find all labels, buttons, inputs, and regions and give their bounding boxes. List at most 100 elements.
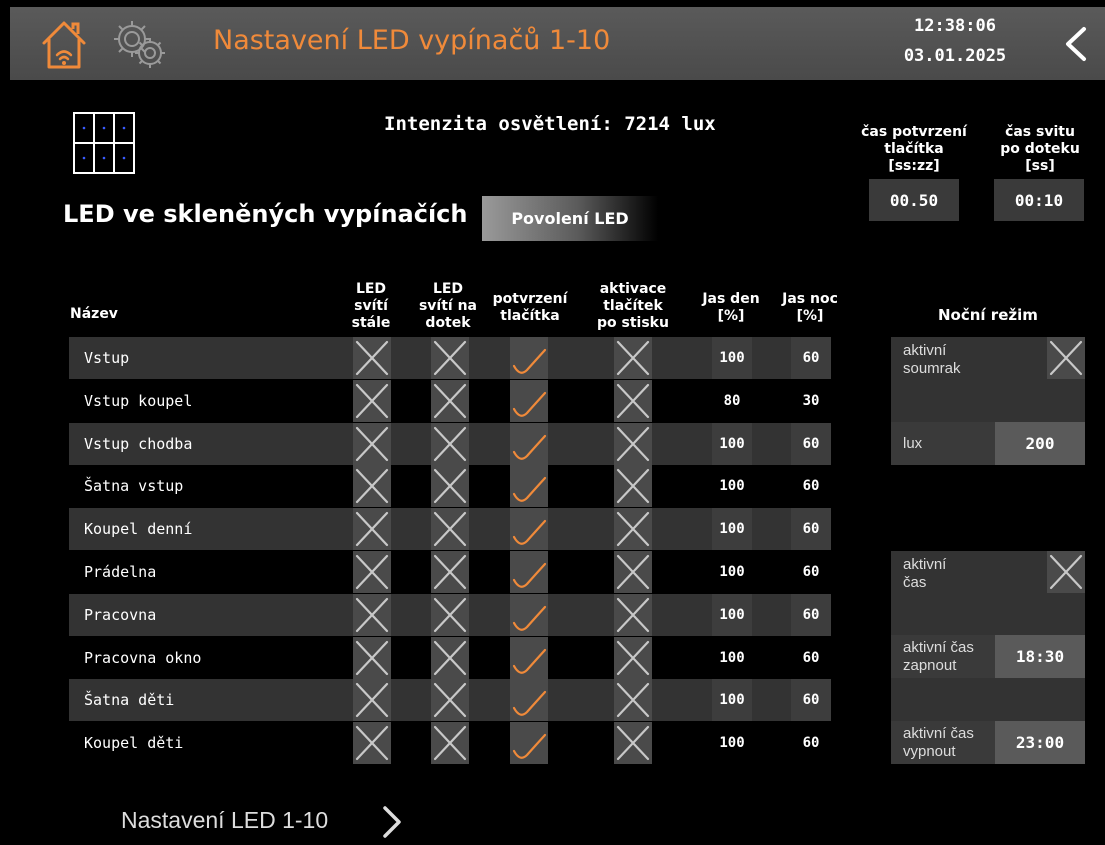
confirm-toggle[interactable] [510,379,548,422]
led-on-touch-toggle[interactable] [431,593,469,636]
activation-toggle[interactable] [614,551,652,593]
day-brightness-input[interactable]: 100 [712,722,752,764]
night-lux-input[interactable]: 200 [995,422,1085,465]
activation-toggle[interactable] [614,337,652,379]
led-on-touch-toggle[interactable] [431,722,469,765]
confirm-toggle[interactable] [510,679,548,722]
led-on-touch-toggle[interactable] [431,465,469,508]
column-header-night-brightness: Jas noc [%] [777,291,843,325]
row-name: Koupel denní [84,520,193,539]
cross-icon [355,640,389,675]
activation-toggle[interactable] [614,422,652,465]
day-brightness-input[interactable]: 100 [712,465,752,507]
confirm-toggle[interactable] [510,722,548,765]
confirm-toggle[interactable] [510,422,548,465]
day-brightness-input[interactable]: 100 [712,551,752,593]
day-brightness-input[interactable]: 80 [712,380,752,422]
night-brightness-input[interactable]: 60 [791,593,831,636]
confirm-toggle[interactable] [510,508,548,551]
night-brightness-input[interactable]: 60 [791,465,831,507]
activation-toggle[interactable] [614,593,652,636]
check-icon [512,605,547,631]
activation-toggle[interactable] [614,679,652,722]
enable-led-button[interactable]: Povolení LED [482,196,658,241]
led-always-on-toggle[interactable] [353,551,391,593]
night-brightness-input[interactable]: 60 [791,722,831,764]
night-brightness-input[interactable]: 60 [791,337,831,379]
confirm-toggle[interactable] [510,465,548,508]
table-row: Vstup 100 60 [69,337,831,379]
led-always-on-toggle[interactable] [353,422,391,465]
home-icon[interactable] [40,17,88,71]
led-always-on-toggle[interactable] [353,379,391,422]
check-icon [512,562,547,588]
confirm-toggle[interactable] [510,636,548,679]
activation-toggle[interactable] [614,722,652,765]
led-on-touch-toggle[interactable] [431,636,469,679]
led-always-on-toggle[interactable] [353,593,391,636]
led-always-on-toggle[interactable] [353,722,391,765]
gear-icon[interactable] [108,15,170,73]
led-always-on-toggle[interactable] [353,337,391,379]
led-on-touch-toggle[interactable] [431,379,469,422]
night-brightness-input[interactable]: 60 [791,637,831,679]
night-on-time-input[interactable]: 18:30 [995,635,1085,678]
day-brightness-input[interactable]: 100 [712,422,752,465]
night-off-time-input[interactable]: 23:00 [995,721,1085,764]
led-on-touch-toggle[interactable] [431,337,469,379]
day-brightness-input[interactable]: 100 [712,337,752,379]
cross-icon [616,683,650,718]
night-time-label-line: čas [903,574,927,591]
table-row: Prádelna 100 60 [69,551,831,593]
night-brightness-input[interactable]: 60 [791,508,831,551]
day-brightness-input[interactable]: 100 [712,679,752,722]
night-brightness-input[interactable]: 60 [791,679,831,722]
led-always-on-toggle[interactable] [353,636,391,679]
day-brightness-input[interactable]: 100 [712,637,752,679]
check-icon [512,391,547,417]
glow-time-input[interactable]: 00:10 [994,179,1084,221]
night-brightness-input[interactable]: 60 [791,422,831,465]
cross-icon [433,340,467,376]
night-dusk-toggle[interactable] [1047,337,1085,379]
section-title: LED ve skleněných vypínačích [63,200,468,228]
day-brightness-input[interactable]: 100 [712,593,752,636]
page-title: Nastavení LED vypínačů 1-10 [213,25,611,56]
chevron-left-icon[interactable] [1060,25,1090,63]
cross-icon [433,512,467,547]
table-row: Šatna děti 100 60 [69,679,831,722]
table-row: Vstup chodba 100 60 [69,422,831,465]
confirm-toggle[interactable] [510,551,548,593]
activation-toggle[interactable] [614,465,652,508]
column-header-line: aktivace [599,281,667,297]
led-always-on-toggle[interactable] [353,465,391,508]
night-brightness-input[interactable]: 60 [791,551,831,593]
cross-icon [355,383,389,418]
activation-toggle[interactable] [614,508,652,551]
day-brightness-input[interactable]: 100 [712,508,752,551]
led-on-touch-toggle[interactable] [431,422,469,465]
led-always-on-toggle[interactable] [353,679,391,722]
night-time-toggle[interactable] [1047,551,1085,593]
night-time-panel: aktivní čas [891,551,1085,636]
column-header-confirm: potvrzení tlačítka [488,291,572,325]
confirm-toggle[interactable] [510,337,548,379]
cross-icon [355,726,389,761]
led-on-touch-toggle[interactable] [431,508,469,551]
led-on-touch-toggle[interactable] [431,551,469,593]
cross-icon [433,469,467,504]
chevron-right-icon[interactable] [380,804,404,840]
confirm-toggle[interactable] [510,593,548,636]
led-always-on-toggle[interactable] [353,508,391,551]
activation-toggle[interactable] [614,379,652,422]
footer-nav-link[interactable]: Nastavení LED 1-10 [121,807,328,834]
night-spacer [891,678,1085,721]
led-on-touch-toggle[interactable] [431,679,469,722]
night-dusk-label-line: aktivní [903,342,947,359]
activation-toggle[interactable] [614,636,652,679]
clock-date: 03.01.2025 [903,46,1007,66]
night-time-label: aktivní čas [903,556,946,592]
light-intensity-readout: Intenzita osvětlení: 7214 lux [384,113,716,135]
night-brightness-input[interactable]: 30 [791,380,831,422]
confirm-time-input[interactable]: 00.50 [869,179,959,221]
